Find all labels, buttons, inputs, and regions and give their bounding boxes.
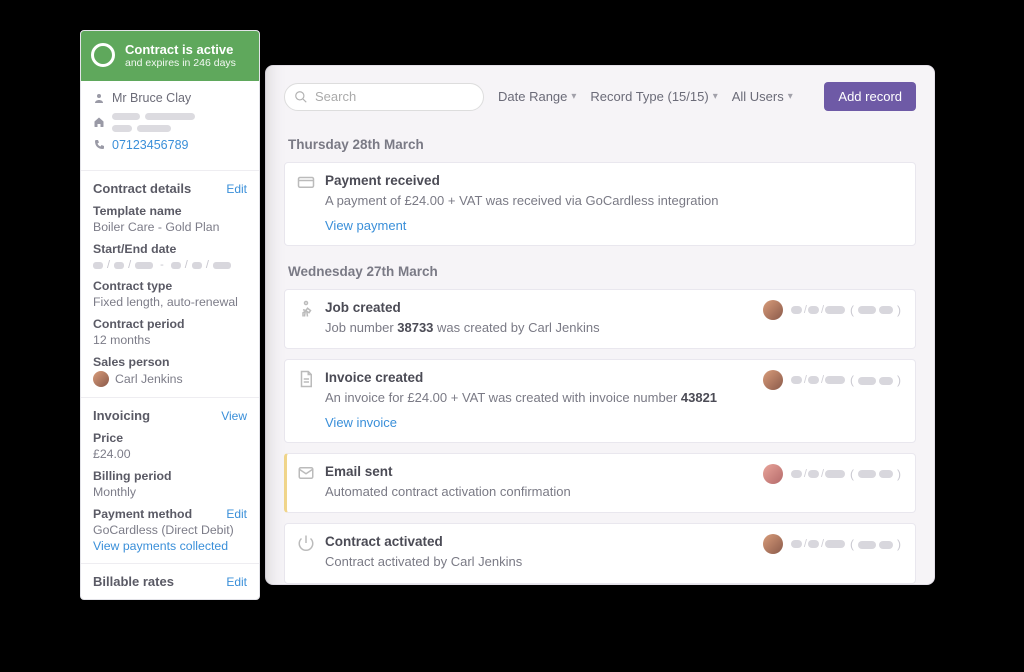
filter-date-range-label: Date Range [498,89,567,104]
search-icon [294,90,308,104]
meta-date-placeholder: // () [791,466,901,481]
search-input[interactable] [284,83,484,111]
contact-address-row [93,111,247,132]
person-walk-icon [297,300,315,318]
payment-label: Payment method [93,507,192,521]
activity-body: Job number 38733 was created by Carl Jen… [325,319,901,337]
status-subtitle: and expires in 246 days [125,57,247,69]
meta-date-placeholder: // () [791,373,901,388]
billing-value: Monthly [93,485,247,499]
credit-card-icon [297,173,315,191]
date-heading: Wednesday 27th March [288,264,912,279]
activity-body: An invoice for £24.00 + VAT was created … [325,389,901,407]
payment-edit-link[interactable]: Edit [226,507,247,521]
toolbar: Date Range ▾ Record Type (15/15) ▾ All Use… [266,66,934,121]
activity-panel: Date Range ▾ Record Type (15/15) ▾ All Use… [265,65,935,585]
chevron-down-icon: ▾ [713,91,718,102]
activity-card-invoice-created: Invoice created An invoice for £24.00 + … [284,359,916,443]
search-wrap [284,83,484,111]
avatar [763,464,783,484]
activity-body: Automated contract activation confirmati… [325,483,901,501]
activity-card-contract-activated: Contract activated Contract activated by… [284,523,916,584]
activity-meta: // () [763,464,901,484]
type-label: Contract type [93,279,247,293]
template-value: Boiler Care - Gold Plan [93,220,247,234]
activity-card-job-created: Job created Job number 38733 was created… [284,289,916,350]
price-label: Price [93,431,247,445]
home-icon [93,116,105,128]
invoice-icon [297,370,315,388]
meta-date-placeholder: // () [791,537,901,552]
add-record-button[interactable]: Add record [824,82,916,111]
chevron-down-icon: ▾ [788,91,793,102]
view-payment-link[interactable]: View payment [325,218,406,233]
startend-label: Start/End date [93,242,247,256]
billable-rates-heading: Billable rates [93,574,174,589]
status-banner: Contract is active and expires in 246 da… [81,31,259,81]
type-value: Fixed length, auto-renewal [93,295,247,309]
contract-details-section: Contract details Edit Template name Boil… [81,171,259,398]
payments-collected-link[interactable]: View payments collected [93,539,228,553]
contract-details-heading: Contract details [93,181,191,196]
invoicing-heading: Invoicing [93,408,150,423]
date-heading: Thursday 28th March [288,137,912,152]
power-icon [297,534,315,552]
person-icon [93,92,105,104]
filter-date-range[interactable]: Date Range ▾ [498,89,576,104]
activity-feed: Thursday 28th March Payment received A p… [266,121,934,585]
contact-phone-row: 07123456789 [93,138,247,152]
sales-value: Carl Jenkins [115,372,183,386]
period-label: Contract period [93,317,247,331]
activity-meta: // () [763,534,901,554]
billable-rates-edit-link[interactable]: Edit [226,575,247,589]
filter-users-label: All Users [732,89,784,104]
startend-placeholder: // - // [93,259,247,271]
activity-card-email-sent: Email sent Automated contract activation… [284,453,916,514]
period-value: 12 months [93,333,247,347]
avatar [763,534,783,554]
view-invoice-link[interactable]: View invoice [325,415,397,430]
avatar [763,370,783,390]
activity-body: A payment of £24.00 + VAT was received v… [325,192,901,210]
avatar [93,371,109,387]
template-label: Template name [93,204,247,218]
payment-value: GoCardless (Direct Debit) [93,523,247,537]
avatar [763,300,783,320]
invoicing-section: Invoicing View Price £24.00 Billing peri… [81,398,259,564]
contract-sidebar: Contract is active and expires in 246 da… [80,30,260,600]
contact-section: Mr Bruce Clay 07123456789 [81,81,259,171]
contact-phone-link[interactable]: 07123456789 [112,138,188,152]
activity-body: Contract activated by Carl Jenkins [325,553,901,571]
contact-name: Mr Bruce Clay [112,91,191,105]
price-value: £24.00 [93,447,247,461]
billing-label: Billing period [93,469,247,483]
filter-users[interactable]: All Users ▾ [732,89,793,104]
invoicing-view-link[interactable]: View [221,409,247,423]
envelope-icon [297,464,315,482]
contact-name-row: Mr Bruce Clay [93,91,247,105]
filter-record-type-label: Record Type (15/15) [590,89,708,104]
meta-date-placeholder: // () [791,302,901,317]
activity-card-payment-received: Payment received A payment of £24.00 + V… [284,162,916,246]
activity-meta: // () [763,370,901,390]
billable-rates-section: Billable rates Edit [81,564,259,599]
activity-meta: // () [763,300,901,320]
sales-value-row: Carl Jenkins [93,371,247,387]
status-title: Contract is active [125,43,247,57]
phone-icon [93,139,105,151]
chevron-down-icon: ▾ [571,91,576,102]
filter-record-type[interactable]: Record Type (15/15) ▾ [590,89,717,104]
sales-label: Sales person [93,355,247,369]
contract-details-edit-link[interactable]: Edit [226,182,247,196]
activity-title: Payment received [325,173,901,188]
status-ring-icon [91,43,115,67]
